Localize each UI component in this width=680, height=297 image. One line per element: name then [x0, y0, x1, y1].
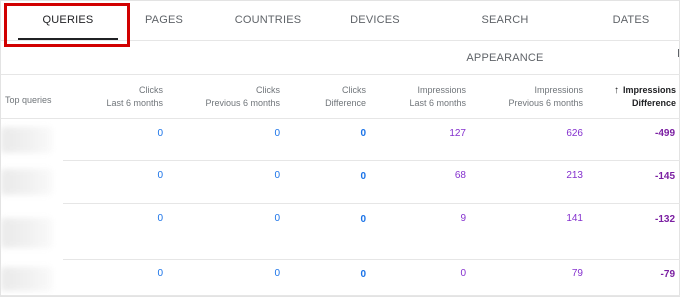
header-sublabel: Difference [325, 98, 366, 108]
tab-devices[interactable]: DEVICES [346, 1, 404, 41]
header-sublabel: Last 6 months [106, 98, 163, 108]
header-label: Clicks [342, 85, 366, 95]
query-text-redacted[interactable] [1, 127, 53, 153]
header-impressions-diff[interactable]: ↑ Impressions Difference [596, 75, 676, 120]
clicks-prev-cell: 0 [274, 128, 280, 139]
clicks-prev-cell: 0 [274, 213, 280, 224]
clicks-last-cell: 0 [157, 128, 163, 139]
arrow-up-icon: ↑ [613, 85, 619, 96]
tab-dates[interactable]: DATES [606, 1, 656, 41]
impressions-last-cell: 0 [460, 268, 466, 279]
header-sublabel: Previous 6 months [508, 98, 583, 108]
header-clicks-diff[interactable]: Clicks Difference [301, 75, 366, 120]
impressions-diff-cell: -79 [660, 269, 675, 280]
query-text-redacted[interactable] [1, 169, 53, 195]
header-label: Impressions [622, 85, 676, 95]
tab-pages[interactable]: PAGES [134, 1, 194, 41]
active-tab-indicator [18, 38, 118, 40]
header-sublabel: Previous 6 months [205, 98, 280, 108]
impressions-last-cell: 68 [454, 170, 466, 181]
clicks-last-cell: 0 [157, 268, 163, 279]
filter-icon[interactable] [678, 49, 679, 57]
impressions-prev-cell: 79 [571, 268, 583, 279]
header-clicks-last[interactable]: Clicks Last 6 months [83, 75, 163, 120]
table-row[interactable]: 0 0 0 9 141 -132 [1, 204, 680, 260]
header-label: Clicks [256, 85, 280, 95]
clicks-prev-cell: 0 [274, 268, 280, 279]
header-label: Top queries [5, 95, 52, 105]
header-sublabel: Difference [631, 98, 676, 108]
header-label: Clicks [139, 85, 163, 95]
header-impressions-last[interactable]: Impressions Last 6 months [386, 75, 466, 120]
clicks-diff-cell: 0 [360, 214, 366, 225]
clicks-last-cell: 0 [157, 213, 163, 224]
header-sublabel: Last 6 months [409, 98, 466, 108]
impressions-prev-cell: 213 [566, 170, 583, 181]
clicks-diff-cell: 0 [360, 128, 366, 139]
header-label: Impressions [534, 85, 583, 95]
table-row[interactable]: 0 0 0 68 213 -145 [1, 161, 680, 204]
report-tabs: QUERIES PAGES COUNTRIES DEVICES SEARCH A… [1, 1, 680, 64]
tab-countries[interactable]: COUNTRIES [231, 1, 305, 41]
clicks-diff-cell: 0 [360, 269, 366, 280]
impressions-diff-cell: -132 [654, 214, 675, 225]
clicks-prev-cell: 0 [274, 170, 280, 181]
impressions-last-cell: 9 [460, 213, 466, 224]
header-clicks-prev[interactable]: Clicks Previous 6 months [181, 75, 280, 120]
clicks-last-cell: 0 [157, 170, 163, 181]
table-bottom-border [1, 295, 680, 296]
tab-search-appearance[interactable]: SEARCH APPEARANCE [447, 1, 563, 64]
query-text-redacted[interactable] [1, 267, 53, 291]
clicks-diff-cell: 0 [360, 171, 366, 182]
table-header: Top queries Clicks Last 6 months Clicks … [1, 74, 680, 119]
impressions-diff-cell: -499 [654, 128, 675, 139]
table-row[interactable]: 0 0 0 0 79 -79 [1, 260, 680, 295]
impressions-prev-cell: 141 [566, 213, 583, 224]
performance-report: QUERIES PAGES COUNTRIES DEVICES SEARCH A… [0, 0, 680, 297]
header-label: Impressions [417, 85, 466, 95]
impressions-diff-cell: -145 [654, 171, 675, 182]
impressions-prev-cell: 626 [566, 128, 583, 139]
table-row[interactable]: 0 0 0 127 626 -499 [1, 119, 680, 161]
header-top-queries: Top queries [5, 75, 75, 120]
query-text-redacted[interactable] [1, 218, 53, 248]
header-impressions-prev[interactable]: Impressions Previous 6 months [486, 75, 583, 120]
tab-queries[interactable]: QUERIES [18, 1, 118, 41]
impressions-last-cell: 127 [449, 128, 466, 139]
